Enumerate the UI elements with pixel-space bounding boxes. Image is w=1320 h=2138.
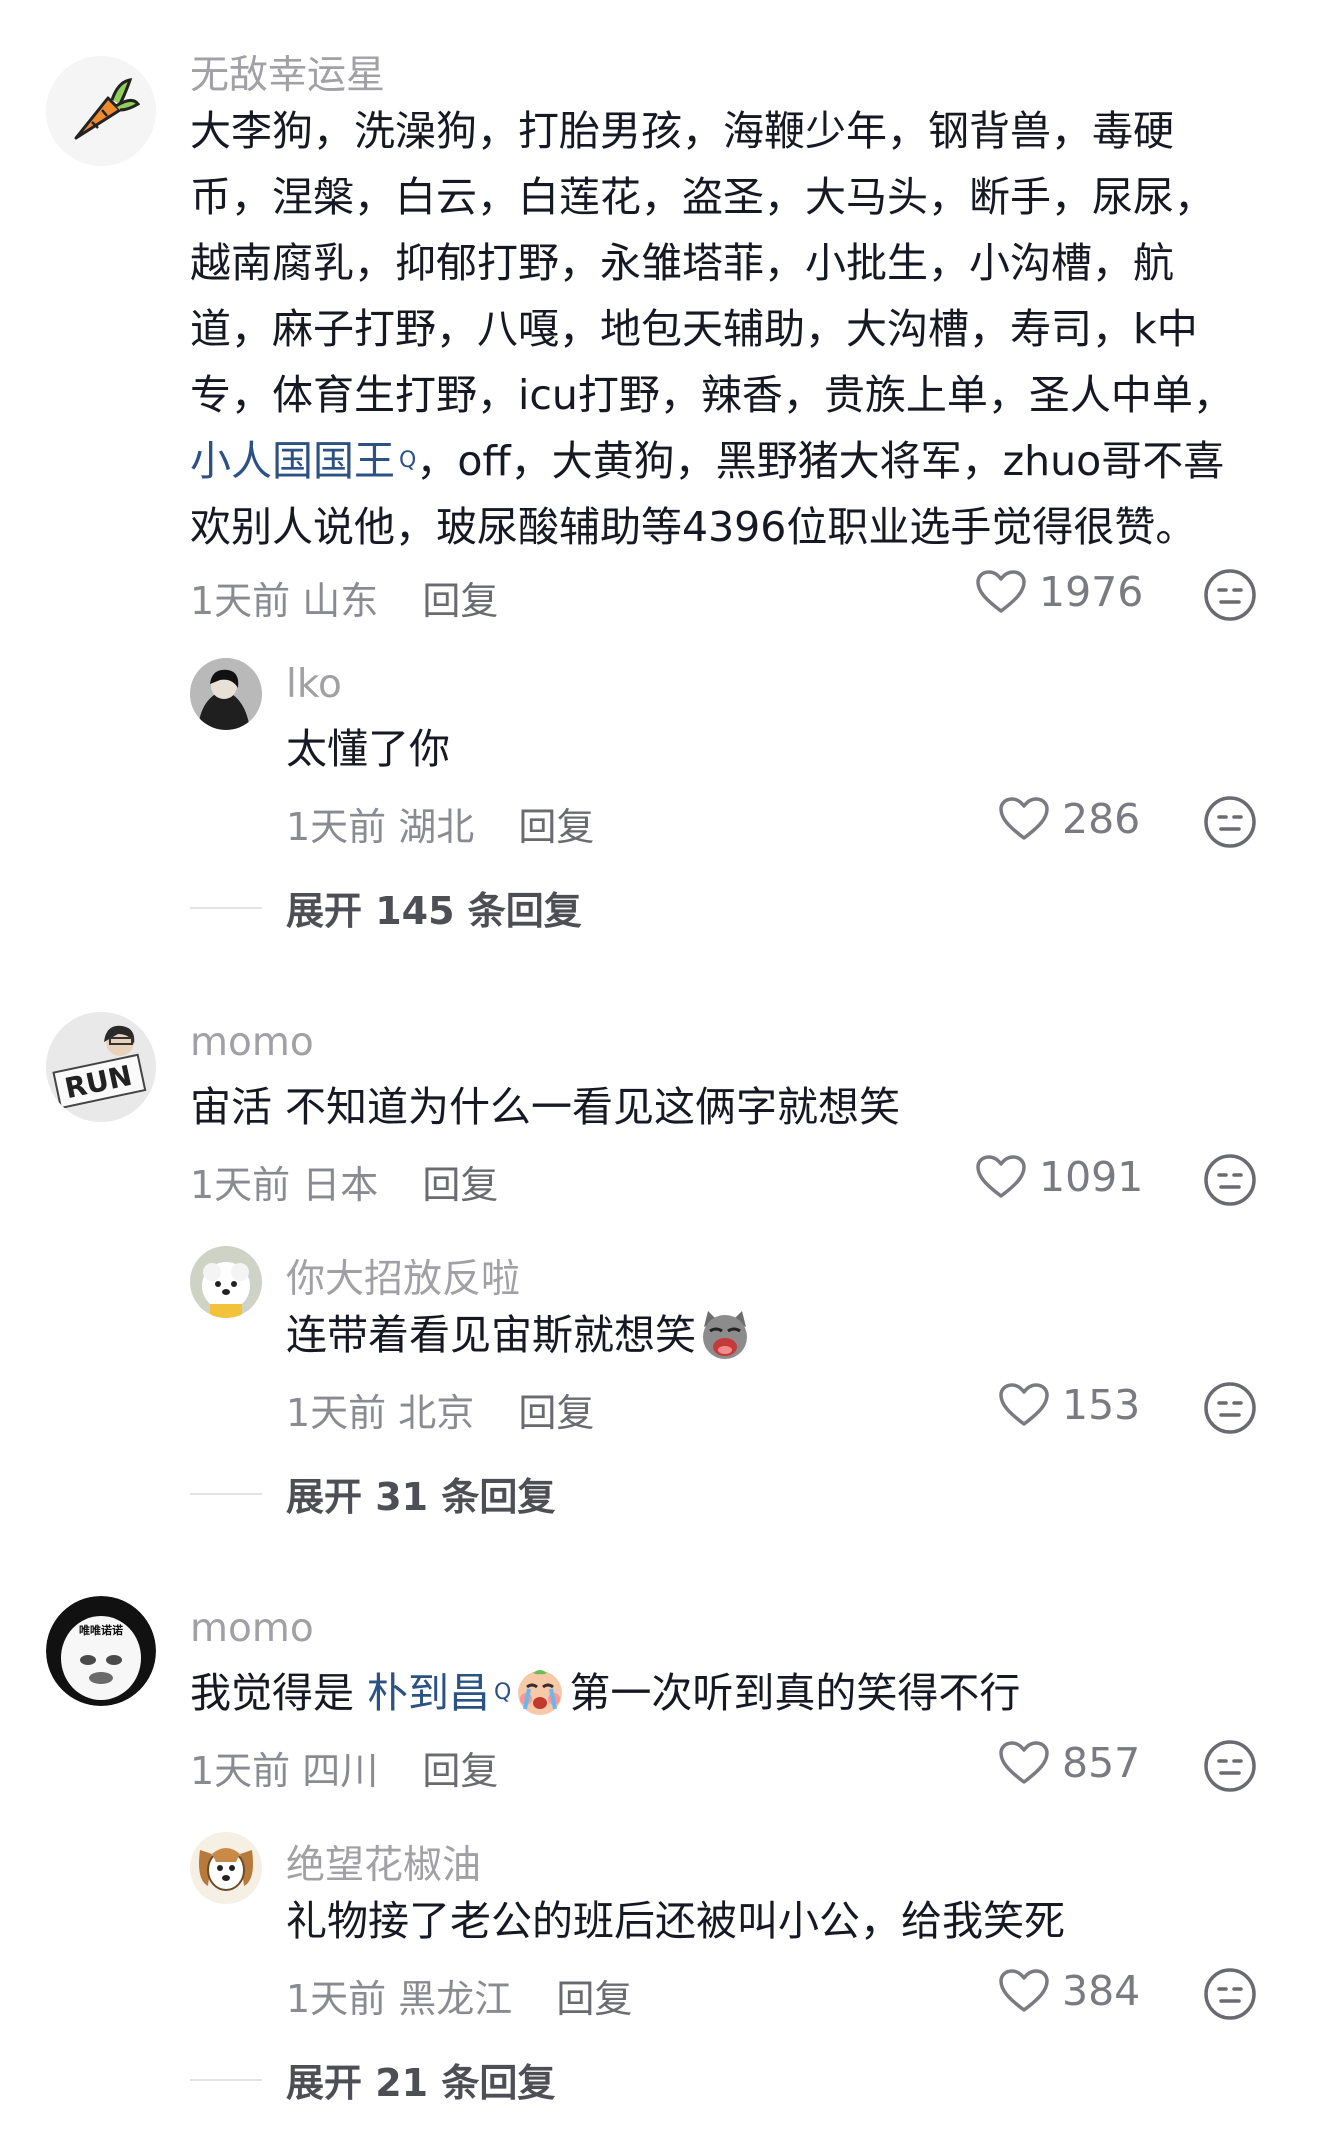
comment-text-line: 专，体育生打野，icu打野，辣香，贵族上单，圣人中单， xyxy=(190,371,1234,419)
fluffy-dog-avatar-icon xyxy=(190,1246,262,1318)
person-photo-avatar-icon xyxy=(190,658,262,730)
comment-text-line: 欢别人说他，玻尿酸辅助等4396位职业选手觉得很赞。 xyxy=(190,503,1197,551)
reply-meta: 1天前 湖北 回复 xyxy=(286,796,594,851)
reply-username[interactable]: 你大招放反啦 xyxy=(286,1248,520,1304)
comment-text-segment: 第一次听到真的笑得不行 xyxy=(569,1669,1021,1717)
comment-text-line: 小人国国王 Q，off，大黄狗，黑野猪大将军，zhuo哥不喜 xyxy=(190,428,1290,494)
comment-text-line: 大李狗，洗澡狗，打胎男孩，海鞭少年，钢背兽，毒硬 xyxy=(190,107,1174,155)
neutral-face-icon[interactable] xyxy=(1202,794,1258,850)
crying-face-emoji xyxy=(518,1670,563,1715)
reply-location: 北京 xyxy=(398,1391,475,1435)
expand-replies-button[interactable]: 展开 145 条回复 xyxy=(190,880,582,935)
reply-text: 连带着看见宙斯就想笑 xyxy=(286,1302,754,1368)
divider xyxy=(190,906,262,909)
comment-text-line: 币，涅槃，白云，白莲花，盗圣，大马头，断手，尿尿， xyxy=(190,173,1215,221)
heart-outline-icon xyxy=(999,1969,1049,2012)
comment-text-line: 越南腐乳，抑郁打野，永雏塔菲，小批生，小沟槽，航 xyxy=(190,239,1174,287)
heart-outline-icon xyxy=(999,797,1049,840)
comment-time: 1天前 xyxy=(190,579,291,623)
comment-meta: 1天前 山东 回复 xyxy=(190,570,498,625)
heart-outline-icon xyxy=(976,1155,1026,1198)
neutral-face-icon[interactable] xyxy=(1202,1738,1258,1794)
search-link-icon[interactable]: Q xyxy=(494,1680,511,1705)
expand-replies-label: 展开 145 条回复 xyxy=(286,889,582,933)
expand-replies-button[interactable]: 展开 21 条回复 xyxy=(190,2052,555,2107)
comment-username[interactable]: momo xyxy=(190,1020,314,1065)
divider xyxy=(190,2078,262,2081)
reply-meta: 1天前 北京 回复 xyxy=(286,1382,594,1437)
reply-avatar[interactable] xyxy=(190,1246,262,1318)
comment-location: 四川 xyxy=(302,1749,379,1793)
comment-username[interactable]: momo xyxy=(190,1606,314,1651)
comment-text: 宙活 不知道为什么一看见这俩字就想笑 xyxy=(190,1083,901,1131)
reply-text: 太懂了你 xyxy=(286,725,450,773)
expand-replies-label: 展开 21 条回复 xyxy=(286,2061,556,2105)
neutral-face-icon[interactable] xyxy=(1202,1380,1258,1436)
heart-outline-icon xyxy=(999,1741,1049,1784)
like-button[interactable]: 153 xyxy=(998,1381,1140,1429)
avatar[interactable]: RUN xyxy=(46,1012,156,1122)
run-avatar-icon: RUN xyxy=(46,1012,156,1122)
comment-time: 1天前 xyxy=(190,1163,291,1207)
comment-meta: 1天前 四川 回复 xyxy=(190,1740,498,1795)
comment-location: 山东 xyxy=(302,579,379,623)
reply-button[interactable]: 回复 xyxy=(556,1977,632,2021)
divider xyxy=(190,1492,262,1495)
reply-text-segment: 连带着看见宙斯就想笑 xyxy=(286,1311,696,1359)
cartoon-dog-avatar-icon xyxy=(190,1832,262,1904)
reply-button[interactable]: 回复 xyxy=(422,1163,498,1207)
reply-button[interactable]: 回复 xyxy=(422,1749,498,1793)
reply-button[interactable]: 回复 xyxy=(422,579,498,623)
comment-text: 我觉得是 朴到昌 Q 第一次听到真的笑得不行 xyxy=(190,1660,1020,1726)
reply-time: 1天前 xyxy=(286,805,387,849)
like-count: 286 xyxy=(1062,795,1141,843)
like-button[interactable]: 1091 xyxy=(975,1153,1143,1201)
laughing-cat-emoji xyxy=(703,1311,747,1359)
reply-button[interactable]: 回复 xyxy=(518,1391,594,1435)
comment-text-line: 道，麻子打野，八嘎，地包天辅助，大沟槽，寿司，k中 xyxy=(190,305,1198,353)
avatar[interactable] xyxy=(46,56,156,166)
avatar[interactable]: 唯唯诺诺 xyxy=(46,1596,156,1706)
expand-replies-button[interactable]: 展开 31 条回复 xyxy=(190,1466,555,1521)
avatar-caption: 唯唯诺诺 xyxy=(79,1623,123,1637)
comment-meta: 1天前 日本 回复 xyxy=(190,1154,498,1209)
comment-location: 日本 xyxy=(302,1163,379,1207)
comment-text: 大李狗，洗澡狗，打胎男孩，海鞭少年，钢背兽，毒硬 币，涅槃，白云，白莲花，盗圣，… xyxy=(190,98,1290,560)
comment-text-segment: ，off，大黄狗，黑野猪大将军，zhuo哥不喜 xyxy=(416,437,1225,485)
like-count: 1976 xyxy=(1039,568,1144,616)
like-count: 153 xyxy=(1062,1381,1141,1429)
search-link[interactable]: 朴到昌 xyxy=(367,1669,490,1717)
carrot-avatar-icon xyxy=(46,56,156,166)
reply-time: 1天前 xyxy=(286,1977,387,2021)
heart-outline-icon xyxy=(976,570,1026,613)
like-count: 384 xyxy=(1062,1967,1141,2015)
meme-face-avatar-icon: 唯唯诺诺 xyxy=(46,1596,156,1706)
like-count: 857 xyxy=(1062,1739,1141,1787)
reply-username[interactable]: lko xyxy=(286,662,342,707)
reply-text: 礼物接了老公的班后还被叫小公，给我笑死 xyxy=(286,1897,1065,1945)
like-button[interactable]: 286 xyxy=(998,795,1140,843)
comment-time: 1天前 xyxy=(190,1749,291,1793)
heart-outline-icon xyxy=(999,1383,1049,1426)
search-link-icon[interactable]: Q xyxy=(399,448,416,473)
reply-location: 湖北 xyxy=(398,805,475,849)
reply-location: 黑龙江 xyxy=(398,1977,513,2021)
reply-username[interactable]: 绝望花椒油 xyxy=(286,1834,481,1890)
expand-replies-label: 展开 31 条回复 xyxy=(286,1475,556,1519)
reply-avatar[interactable] xyxy=(190,658,262,730)
like-button[interactable]: 1976 xyxy=(975,568,1143,616)
reply-time: 1天前 xyxy=(286,1391,387,1435)
neutral-face-icon[interactable] xyxy=(1202,1966,1258,2022)
comment-text-segment: 我觉得是 xyxy=(190,1669,368,1717)
like-count: 1091 xyxy=(1039,1153,1144,1201)
reply-avatar[interactable] xyxy=(190,1832,262,1904)
like-button[interactable]: 384 xyxy=(998,1967,1140,2015)
comment-username[interactable]: 无敌幸运星 xyxy=(190,44,385,100)
like-button[interactable]: 857 xyxy=(998,1739,1140,1787)
neutral-face-icon[interactable] xyxy=(1202,1152,1258,1208)
neutral-face-icon[interactable] xyxy=(1202,567,1258,623)
search-link[interactable]: 小人国国王 xyxy=(190,437,395,485)
reply-button[interactable]: 回复 xyxy=(518,805,594,849)
reply-meta: 1天前 黑龙江 回复 xyxy=(286,1968,632,2023)
